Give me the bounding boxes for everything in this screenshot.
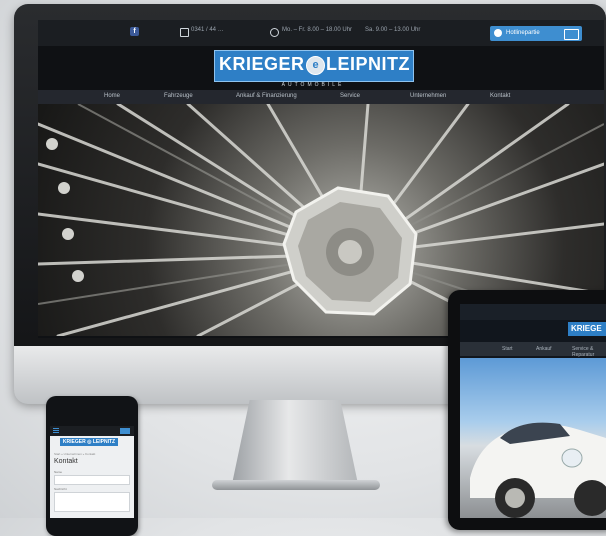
page-title: Kontakt bbox=[54, 458, 78, 465]
tablet-website: KRIEGE Start Ankauf Service & Reparatur bbox=[460, 304, 606, 518]
logo-right: LEIPNITZ bbox=[326, 54, 410, 74]
field-label: Name bbox=[54, 470, 63, 474]
main-nav: Home Fahrzeuge Ankauf & Finanzierung Ser… bbox=[38, 90, 604, 104]
phone-icon bbox=[180, 28, 189, 37]
mail-icon[interactable] bbox=[120, 428, 130, 434]
tablet-nav-item[interactable]: Start bbox=[502, 346, 513, 352]
topbar: f 0341 / 44 … Mo. – Fr. 8.00 – 18.00 Uhr… bbox=[38, 20, 604, 46]
facebook-icon[interactable]: f bbox=[130, 27, 139, 36]
field-label: Nachricht bbox=[54, 487, 67, 491]
logo-tagline: AUTOMOBILE bbox=[281, 82, 345, 88]
logo-emblem: e bbox=[306, 56, 325, 75]
phone-topbar bbox=[50, 426, 134, 436]
nav-item-ankauf[interactable]: Ankauf & Finanzierung bbox=[236, 93, 297, 99]
contact-button-label: Hotlinepartie bbox=[506, 30, 540, 36]
hours-saturday: Sa. 9.00 – 13.00 Uhr bbox=[365, 27, 421, 33]
nav-item-service[interactable]: Service bbox=[340, 93, 360, 99]
contact-button[interactable]: Hotlinepartie bbox=[490, 26, 582, 41]
tablet-nav: Start Ankauf Service & Reparatur bbox=[460, 342, 606, 358]
logo-left: KRIEGER bbox=[219, 54, 305, 74]
tablet-nav-item[interactable]: Ankauf bbox=[536, 346, 552, 352]
imac-foot bbox=[212, 480, 380, 490]
name-field[interactable] bbox=[54, 475, 130, 485]
menu-icon[interactable] bbox=[53, 428, 59, 429]
nav-item-home[interactable]: Home bbox=[104, 93, 120, 99]
tablet-nav-item[interactable]: Service & Reparatur bbox=[572, 346, 606, 358]
breadcrumb: Start » Unternehmen » Kontakt bbox=[54, 452, 96, 456]
info-icon bbox=[494, 29, 502, 37]
nav-item-kontakt[interactable]: Kontakt bbox=[490, 93, 510, 99]
tablet-topbar bbox=[460, 304, 606, 320]
phone-website: KRIEGER ◎ LEIPNITZ Start » Unternehmen »… bbox=[50, 426, 134, 518]
imac-stand bbox=[232, 400, 358, 484]
site-logo[interactable]: KRIEGER e LEIPNITZ bbox=[214, 50, 414, 82]
phone-number[interactable]: 0341 / 44 … bbox=[191, 27, 224, 33]
tablet-car-photo bbox=[460, 358, 606, 518]
phone-logo[interactable]: KRIEGER ◎ LEIPNITZ bbox=[60, 438, 118, 446]
nav-item-fahrzeuge[interactable]: Fahrzeuge bbox=[164, 93, 193, 99]
porsche-car-illustration bbox=[470, 422, 606, 518]
message-field[interactable] bbox=[54, 492, 130, 512]
tablet-logo[interactable]: KRIEGE bbox=[568, 322, 606, 336]
clock-icon bbox=[270, 28, 279, 37]
nav-item-unternehmen[interactable]: Unternehmen bbox=[410, 93, 446, 99]
hours-weekdays: Mo. – Fr. 8.00 – 18.00 Uhr bbox=[282, 27, 353, 33]
mail-icon[interactable] bbox=[564, 29, 579, 40]
